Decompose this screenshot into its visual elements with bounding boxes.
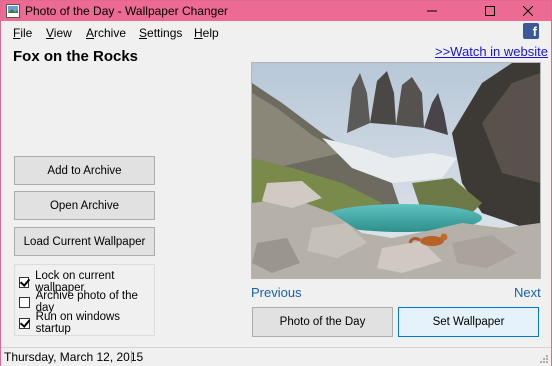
menu-bar: File View Archive Settings Help [1, 22, 551, 42]
status-bar: Thursday, March 12, 2015 [1, 347, 551, 366]
menu-archive-label: rchive [94, 26, 127, 40]
menu-file[interactable]: File [13, 26, 32, 40]
status-separator [131, 351, 132, 363]
window-title: Photo of the Day - Wallpaper Changer [25, 4, 228, 18]
menu-view-label: iew [53, 26, 72, 40]
minimize-icon [427, 10, 437, 12]
menu-settings-mnemonic: S [139, 26, 148, 40]
menu-settings[interactable]: Settings [139, 26, 182, 40]
lock-current-wallpaper-checkbox[interactable]: Lock on current wallpaper [19, 270, 154, 294]
menu-view-mnemonic: V [46, 26, 54, 40]
previous-link[interactable]: Previous [251, 285, 302, 300]
menu-settings-label: ettings [147, 26, 183, 40]
set-wallpaper-button[interactable]: Set Wallpaper [398, 307, 539, 337]
app-icon [6, 4, 20, 18]
close-icon [523, 6, 533, 16]
photo-title: Fox on the Rocks [13, 48, 139, 65]
menu-help-mnemonic: H [194, 26, 203, 40]
close-button[interactable] [505, 1, 551, 21]
checkbox-checked-icon[interactable] [19, 317, 30, 329]
menu-archive[interactable]: Archive [86, 26, 126, 40]
menu-archive-mnemonic: A [86, 26, 95, 40]
menu-file-label: ile [20, 26, 33, 40]
facebook-icon[interactable]: f [523, 23, 539, 39]
resize-grip-icon[interactable] [539, 354, 549, 364]
menu-view[interactable]: View [46, 26, 72, 40]
menu-help[interactable]: Help [194, 26, 219, 40]
app-window: Photo of the Day - Wallpaper Changer Fil… [0, 0, 552, 366]
mountain-lake-photo [252, 63, 540, 278]
maximize-icon [485, 6, 495, 16]
option-label: Run on windows startup [35, 311, 121, 335]
title-bar[interactable]: Photo of the Day - Wallpaper Changer [1, 1, 551, 21]
watch-in-website-link[interactable]: >>Watch in website [435, 44, 548, 59]
load-current-wallpaper-button[interactable]: Load Current Wallpaper [14, 227, 155, 256]
photo-preview [251, 62, 541, 279]
archive-photo-of-day-checkbox[interactable]: Archive photo of the day [19, 290, 154, 314]
next-link[interactable]: Next [514, 285, 541, 300]
menu-help-label: elp [202, 26, 219, 40]
photo-of-the-day-button[interactable]: Photo of the Day [252, 307, 393, 337]
open-archive-button[interactable]: Open Archive [14, 191, 155, 220]
checkbox-checked-icon[interactable] [19, 276, 30, 288]
options-group: Lock on current wallpaper Archive photo … [14, 264, 155, 336]
status-date: Thursday, March 12, 2015 [4, 350, 144, 364]
checkbox-unchecked-icon[interactable] [19, 296, 30, 308]
run-on-startup-checkbox[interactable]: Run on windows startup [19, 311, 154, 335]
minimize-button[interactable] [409, 1, 455, 21]
add-to-archive-button[interactable]: Add to Archive [14, 156, 155, 185]
